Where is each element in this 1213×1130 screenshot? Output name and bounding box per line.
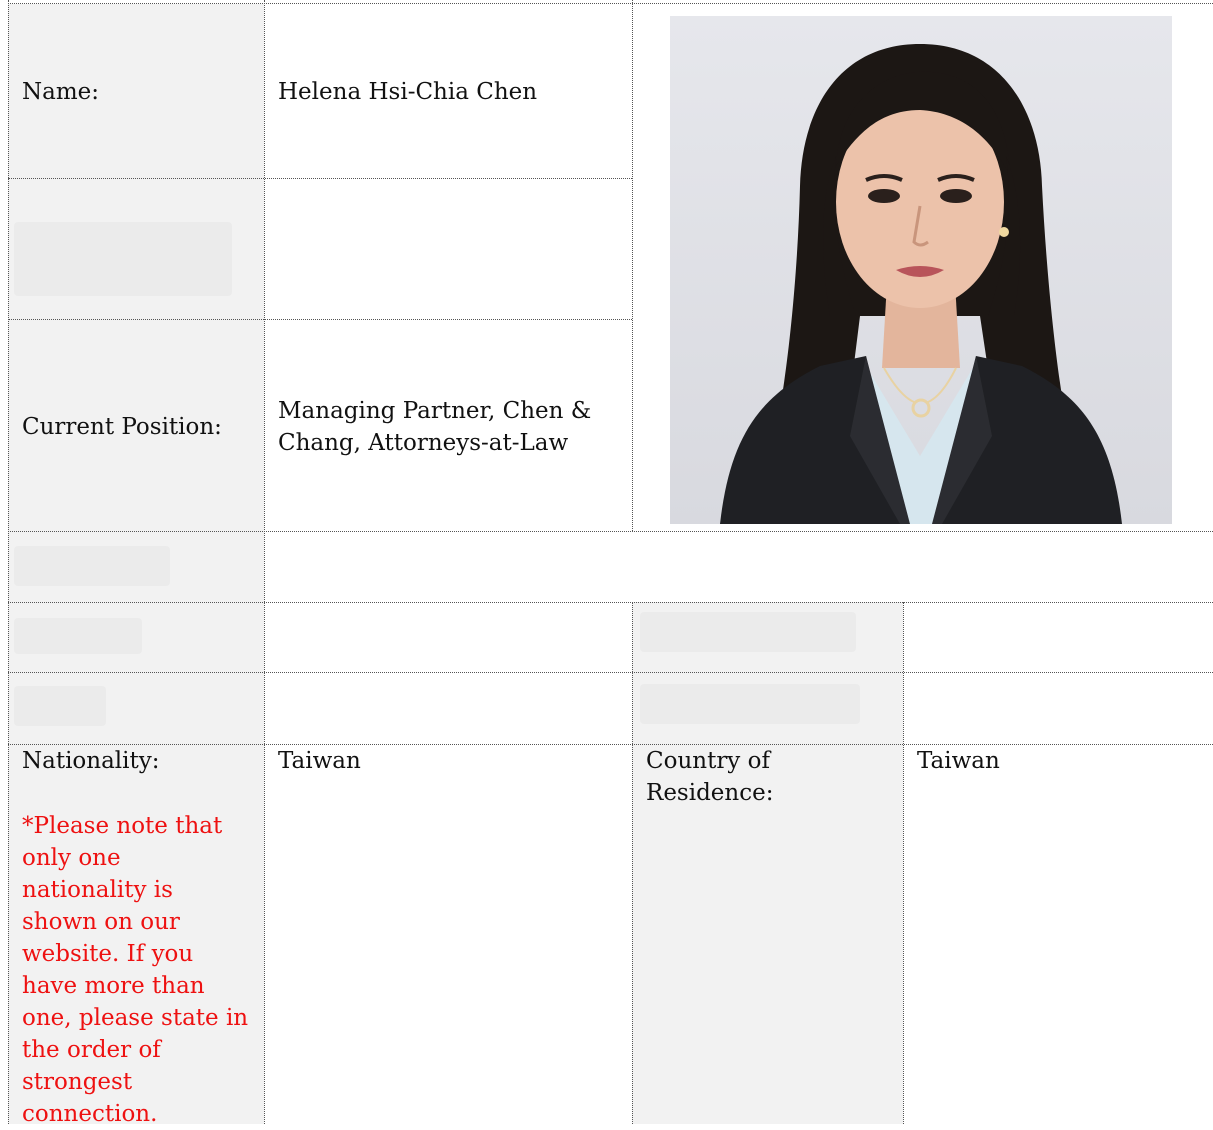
residence-label: Country of Residence: <box>646 748 774 806</box>
redacted-label <box>14 686 106 726</box>
grid-line <box>8 672 1213 673</box>
name-value: Helena Hsi-Chia Chen <box>278 79 538 105</box>
grid-line <box>632 0 633 531</box>
position-value: Managing Partner, Chen & Chang, Attorney… <box>278 398 592 456</box>
grid-line <box>8 319 632 320</box>
redacted-label <box>14 618 142 654</box>
position-label: Current Position: <box>22 414 222 440</box>
redacted-label <box>640 684 860 724</box>
redacted-label <box>640 612 856 652</box>
name-label: Name: <box>22 79 100 105</box>
residence-value: Taiwan <box>917 748 1000 774</box>
grid-line <box>8 744 1213 745</box>
portrait-photo <box>670 16 1172 524</box>
grid-line <box>8 178 632 179</box>
grid-line <box>8 3 1213 4</box>
grid-line <box>8 0 9 1124</box>
nationality-note: *Please note that only one nationality i… <box>22 813 249 1127</box>
grid-line <box>903 602 904 1124</box>
grid-line <box>8 531 1213 532</box>
grid-line <box>8 602 1213 603</box>
redacted-label <box>14 222 232 296</box>
grid-line <box>632 602 633 1124</box>
nationality-label: Nationality: <box>22 748 160 774</box>
nationality-value: Taiwan <box>278 748 361 774</box>
redacted-label <box>14 546 170 586</box>
grid-line <box>264 0 265 1124</box>
